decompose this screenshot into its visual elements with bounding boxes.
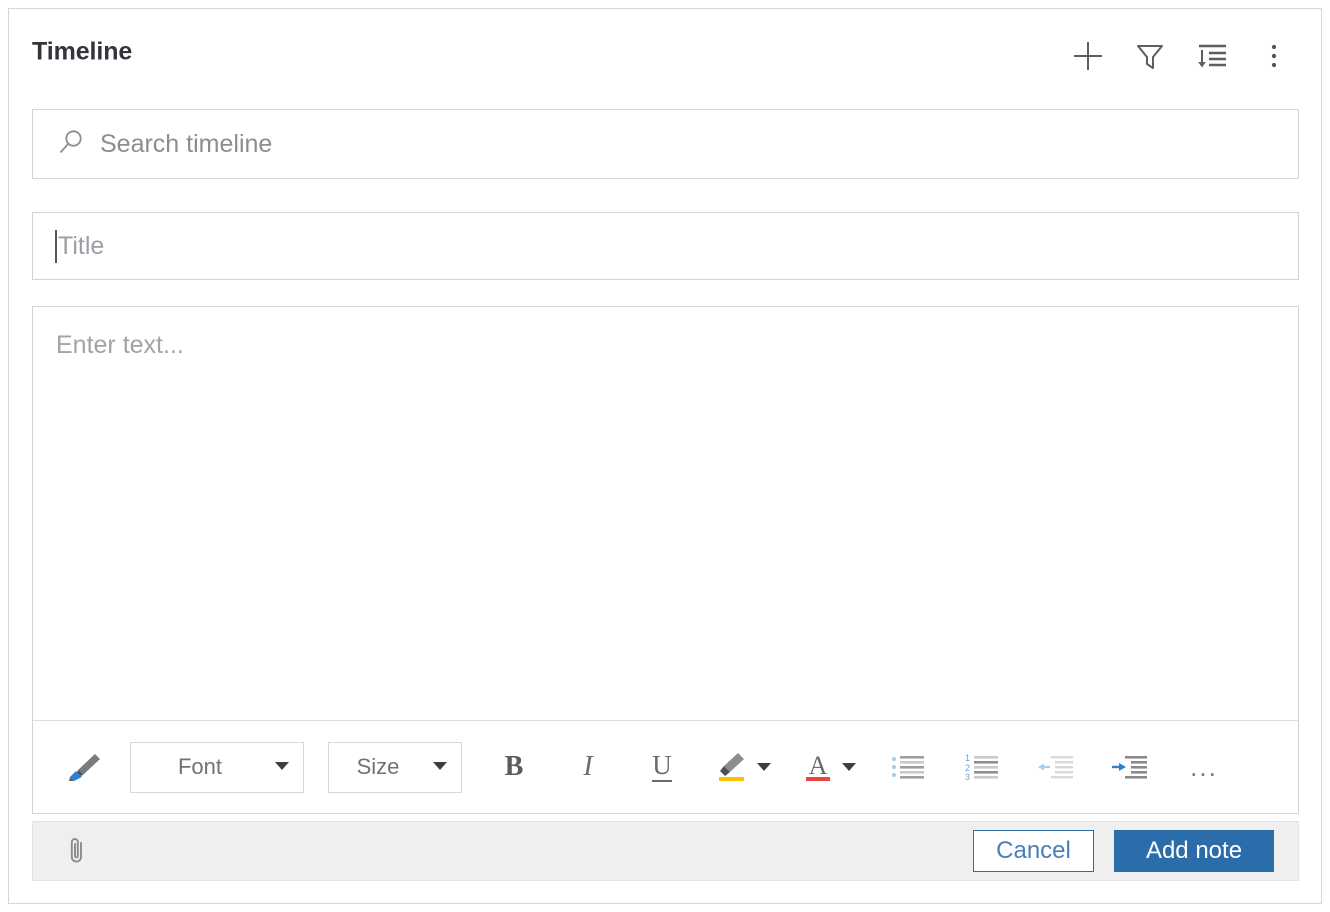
note-title-placeholder: Title	[58, 231, 105, 260]
timeline-panel: Timeline Search timeline Title Enter tex…	[8, 8, 1322, 904]
increase-indent-icon	[1111, 752, 1149, 782]
attachment-button[interactable]	[55, 829, 99, 873]
page-title: Timeline	[32, 37, 133, 66]
note-body-input[interactable]: Enter text...	[33, 307, 1298, 720]
bold-icon: B	[504, 751, 524, 782]
note-action-bar: Cancel Add note	[32, 821, 1299, 881]
font-family-select[interactable]: Font	[130, 741, 304, 793]
toolbar-overflow-icon: ...	[1190, 752, 1218, 782]
underline-button[interactable]: U	[640, 744, 684, 790]
cancel-button[interactable]: Cancel	[973, 830, 1094, 872]
add-icon	[1071, 39, 1105, 73]
svg-text:1: 1	[965, 753, 970, 763]
chevron-down-icon	[433, 758, 447, 776]
attachment-icon	[63, 834, 91, 869]
format-painter-button[interactable]	[63, 744, 107, 790]
highlight-color-icon	[714, 748, 750, 787]
cancel-button-label: Cancel	[996, 837, 1071, 864]
decrease-indent-button[interactable]	[1034, 744, 1078, 790]
add-note-button[interactable]: Add note	[1114, 830, 1274, 872]
format-painter-icon	[65, 749, 105, 785]
chevron-down-icon	[275, 758, 289, 776]
numbered-list-button[interactable]: 1 2 3	[960, 744, 1004, 790]
italic-icon: I	[583, 751, 593, 782]
underline-icon: U	[652, 750, 672, 782]
chevron-down-icon	[757, 760, 771, 775]
increase-indent-button[interactable]	[1108, 744, 1152, 790]
decrease-indent-icon	[1037, 752, 1075, 782]
text-caret	[55, 229, 57, 263]
font-size-label: Size	[356, 754, 400, 779]
font-color-icon: A	[801, 748, 835, 787]
note-body-placeholder: Enter text...	[56, 331, 184, 359]
svg-text:3: 3	[965, 772, 970, 782]
font-size-select[interactable]: Size	[328, 741, 462, 793]
filter-button[interactable]	[1119, 35, 1181, 77]
note-editor: Enter text... Font Size B I U A 1 2 3 ..…	[32, 306, 1299, 814]
numbered-list-icon: 1 2 3	[964, 752, 1000, 782]
add-note-button-label: Add note	[1145, 837, 1243, 864]
search-input[interactable]: Search timeline	[32, 109, 1299, 179]
panel-header: Timeline	[9, 9, 1321, 93]
sort-button[interactable]	[1181, 35, 1243, 77]
highlight-color-button[interactable]	[714, 744, 771, 790]
italic-button[interactable]: I	[566, 744, 610, 790]
header-actions	[1057, 35, 1305, 77]
font-color-button[interactable]: A	[801, 744, 856, 790]
search-placeholder: Search timeline	[100, 129, 273, 158]
add-button[interactable]	[1057, 35, 1119, 77]
chevron-down-icon	[842, 760, 856, 775]
bulleted-list-icon	[890, 752, 926, 782]
note-title-input[interactable]: Title	[32, 212, 1299, 280]
search-icon	[56, 127, 86, 162]
filter-icon	[1133, 39, 1167, 73]
formatting-toolbar: Font Size B I U A 1 2 3 ...	[33, 720, 1298, 813]
toolbar-overflow-button[interactable]: ...	[1182, 744, 1226, 790]
svg-text:A: A	[809, 751, 828, 780]
more-options-button[interactable]	[1243, 35, 1305, 77]
bulleted-list-button[interactable]	[886, 744, 930, 790]
sort-icon	[1195, 39, 1229, 73]
bold-button[interactable]: B	[492, 744, 536, 790]
more-options-icon	[1257, 39, 1291, 73]
font-family-label: Font	[177, 754, 223, 779]
